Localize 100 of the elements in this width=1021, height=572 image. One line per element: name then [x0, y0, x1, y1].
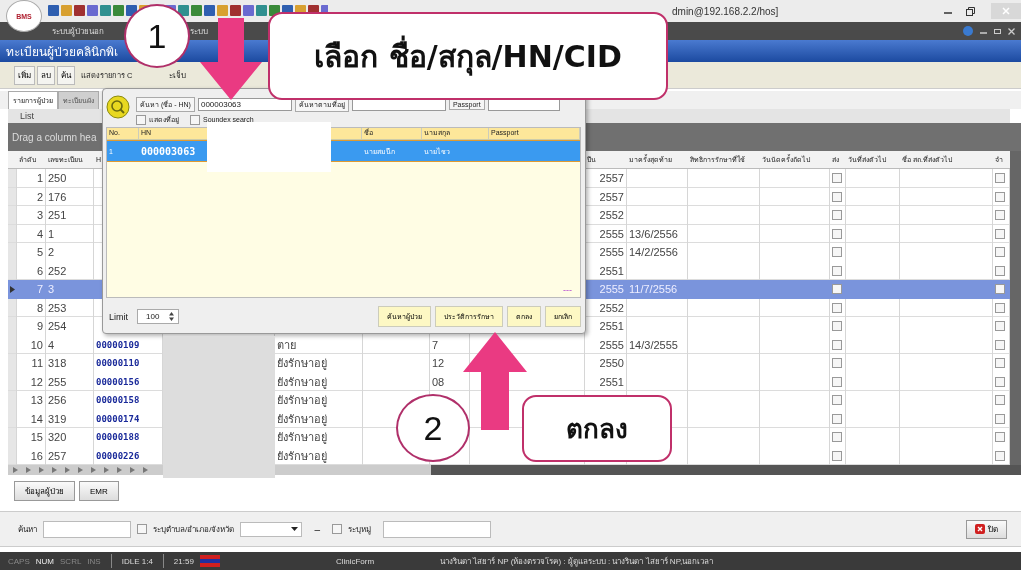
table-checkbox[interactable] [832, 376, 842, 387]
table-checkbox[interactable] [995, 265, 1005, 276]
table-cell: 2551 [599, 264, 624, 277]
checkbox[interactable] [137, 524, 147, 534]
table-checkbox[interactable] [832, 284, 842, 295]
clock-text: 21:59 [173, 556, 194, 566]
table-cell: 2552 [599, 209, 624, 222]
table-checkbox[interactable] [995, 432, 1005, 443]
table-checkbox[interactable] [832, 173, 842, 184]
status-indicator: SCRL [60, 556, 82, 566]
menu-item[interactable]: ระบบ [190, 24, 208, 38]
table-checkbox[interactable] [995, 302, 1005, 313]
table-checkbox[interactable] [832, 191, 842, 202]
callout-tooltip: ตกลง [522, 395, 672, 462]
user-info: นางรินดา ไสยาร์ NP (ห้องตรวจโรค) : ผู้ดูแลระบบ : นางรินดา ไสยาร์ NP,นอกเวลา [440, 555, 714, 568]
close-button[interactable]: ปิด [966, 519, 1007, 539]
table-cell: 7 [36, 283, 43, 296]
table-cell: 2551 [599, 320, 624, 333]
table-checkbox[interactable] [832, 265, 842, 276]
table-cell: 00000156 [96, 376, 140, 387]
toolbar-button[interactable]: ลบ [37, 65, 55, 85]
table-checkbox[interactable] [995, 376, 1005, 387]
table-cell: 2 [36, 190, 43, 203]
search-icon [106, 95, 130, 119]
vertical-scrollbar[interactable] [1010, 151, 1021, 465]
table-cell: 2 [48, 246, 55, 259]
menu-item[interactable]: ระบบผู้ป่วยนอก [52, 24, 104, 38]
restore-icon[interactable] [966, 6, 975, 16]
horizontal-scrollbar[interactable] [431, 465, 1021, 475]
table-cell: 08 [432, 375, 445, 388]
table-cell: 9 [36, 320, 43, 333]
village-field[interactable] [383, 520, 491, 538]
module-title: ทะเบียนผู้ป่วยคลินิกพิเ [6, 43, 118, 61]
checkbox[interactable] [136, 114, 146, 125]
callout-tooltip: เลือก ชื่อ/สกุล/HN/CID [268, 12, 668, 100]
table-cell: 11 [31, 357, 43, 370]
table-checkbox[interactable] [832, 210, 842, 221]
table-cell: 3 [48, 283, 55, 296]
table-cell: 2555 [599, 227, 624, 240]
checkbox[interactable] [190, 114, 200, 125]
restore-icon[interactable] [994, 27, 1001, 35]
more-link[interactable]: --- [563, 285, 572, 295]
table-checkbox[interactable] [995, 413, 1005, 424]
table-checkbox[interactable] [832, 321, 842, 332]
search-field[interactable]: 000003063 [197, 98, 292, 111]
table-cell: 255 [48, 375, 67, 388]
table-checkbox[interactable] [995, 321, 1005, 332]
table-cell-text: ยังรักษาอยู่ [277, 411, 327, 428]
table-checkbox[interactable] [995, 358, 1005, 369]
table-checkbox[interactable] [995, 228, 1005, 239]
checkbox[interactable] [332, 524, 342, 534]
close-icon [975, 524, 985, 534]
table-cell-text: ยังรักษาอยู่ [277, 374, 327, 391]
table-checkbox[interactable] [832, 413, 842, 424]
table-cell: 2557 [599, 190, 624, 203]
checkbox-label: ระบุหมู่ [348, 523, 371, 536]
table-checkbox[interactable] [995, 191, 1005, 202]
table-checkbox[interactable] [995, 210, 1005, 221]
table-cell: 14 [30, 412, 43, 425]
search-label: ค้นหา [18, 523, 37, 536]
table-checkbox[interactable] [995, 247, 1005, 258]
table-checkbox[interactable] [832, 450, 842, 461]
area-dropdown[interactable] [240, 521, 303, 537]
status-indicator: INS [87, 556, 101, 566]
status-indicator: NUM [35, 556, 54, 566]
table-checkbox[interactable] [832, 395, 842, 406]
limit-spinbox[interactable]: 100 [137, 309, 180, 324]
table-cell: 5 [36, 246, 43, 259]
table-cell: 11/7/2556 [629, 283, 678, 296]
table-cell: 00000188 [96, 432, 140, 443]
table-checkbox[interactable] [832, 339, 842, 350]
table-cell: 14/2/2556 [629, 246, 678, 259]
window-title: dmin@192.168.2.2/hos] [672, 5, 779, 17]
table-cell: 00000109 [96, 339, 140, 350]
toolbar-button[interactable]: เพิ่ม [14, 65, 35, 85]
table-cell: 254 [48, 320, 67, 333]
table-cell: 8 [36, 301, 43, 314]
table-checkbox[interactable] [832, 247, 842, 258]
table-cell: 256 [48, 394, 67, 407]
table-checkbox[interactable] [995, 284, 1005, 295]
idle-status: IDLE 1:4 [121, 556, 153, 566]
table-checkbox[interactable] [832, 432, 842, 443]
current-row-icon [10, 285, 15, 293]
bottom-button[interactable]: EMR [79, 481, 119, 501]
table-checkbox[interactable] [832, 302, 842, 313]
status-indicator: CAPS [8, 556, 30, 566]
table-cell: 318 [48, 357, 67, 370]
table-checkbox[interactable] [995, 450, 1005, 461]
toolbar-button[interactable]: ค้น [57, 65, 75, 85]
table-checkbox[interactable] [832, 358, 842, 369]
close-icon[interactable] [1008, 27, 1015, 35]
table-cell: 000003063 [141, 145, 196, 157]
search-field[interactable] [43, 520, 131, 538]
help-icon[interactable] [963, 26, 973, 36]
range-dash: – [314, 523, 320, 535]
bottom-button[interactable]: ข้อมูลผู้ป่วย [14, 481, 75, 501]
table-checkbox[interactable] [995, 339, 1005, 350]
table-checkbox[interactable] [995, 395, 1005, 406]
table-checkbox[interactable] [995, 173, 1005, 184]
table-checkbox[interactable] [832, 228, 842, 239]
